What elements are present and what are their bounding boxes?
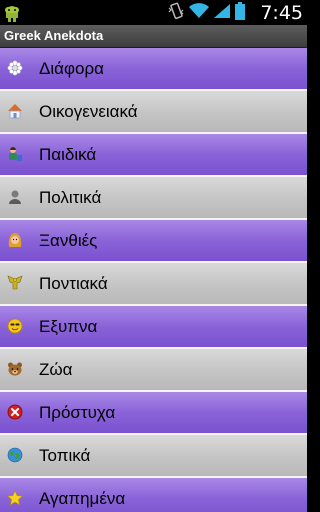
list-item-label: Διάφορα xyxy=(39,59,104,78)
bear-icon xyxy=(7,361,23,377)
person-icon xyxy=(7,189,23,205)
list-item-paidika[interactable]: Παιδικά xyxy=(0,134,307,177)
app-title: Greek Anekdota xyxy=(4,28,104,43)
house-icon xyxy=(7,103,23,119)
gear-flower-icon xyxy=(7,60,23,76)
list-item-oikogeneiaka[interactable]: Οικογενειακά xyxy=(0,91,307,134)
wifi-icon xyxy=(189,2,209,24)
list-item-prostyxa[interactable]: Πρόστυχα xyxy=(0,392,307,435)
star-icon xyxy=(6,490,24,506)
list-item-label: Ζώα xyxy=(39,360,73,379)
eagle-icon xyxy=(7,275,23,291)
android-debug-icon xyxy=(3,3,21,23)
status-bar: 7:45 xyxy=(0,0,307,25)
list-item-label: Οικογενειακά xyxy=(39,102,138,121)
list-item-label: Ξανθιές xyxy=(39,231,98,250)
list-item-label: Πολιτικά xyxy=(39,188,102,207)
child-icon xyxy=(7,146,23,162)
signal-icon xyxy=(213,3,231,24)
status-icons xyxy=(167,1,245,25)
app-screen: 7:45 Greek Anekdota Διάφορα Οικογενειακά… xyxy=(0,0,307,512)
battery-icon xyxy=(235,1,245,25)
status-time: 7:45 xyxy=(260,2,303,24)
list-item-diafora[interactable]: Διάφορα xyxy=(0,48,307,91)
list-item-pontiaka[interactable]: Ποντιακά xyxy=(0,263,307,306)
list-item-label: Τοπικά xyxy=(39,446,91,465)
list-item-topika[interactable]: Τοπικά xyxy=(0,435,307,478)
list-item-agapimena[interactable]: Αγαπημένα xyxy=(0,478,307,512)
list-item-label: Παιδικά xyxy=(39,145,97,164)
vibrate-icon xyxy=(167,2,185,25)
list-item-label: Ποντιακά xyxy=(39,274,108,293)
list-item-zoa[interactable]: Ζώα xyxy=(0,349,307,392)
blonde-icon xyxy=(7,232,23,248)
list-item-label: Εξυπνα xyxy=(39,317,98,336)
title-bar: Greek Anekdota xyxy=(0,25,307,48)
list-item-label: Πρόστυχα xyxy=(39,403,116,422)
x-mark-icon xyxy=(7,404,23,420)
list-item-exypna[interactable]: Εξυπνα xyxy=(0,306,307,349)
category-list: Διάφορα Οικογενειακά Παιδικά Πολιτικά Ξα… xyxy=(0,48,307,512)
globe-icon xyxy=(7,447,23,463)
list-item-xanthies[interactable]: Ξανθιές xyxy=(0,220,307,263)
smiley-icon xyxy=(7,318,23,334)
list-item-label: Αγαπημένα xyxy=(39,489,126,508)
list-item-politika[interactable]: Πολιτικά xyxy=(0,177,307,220)
